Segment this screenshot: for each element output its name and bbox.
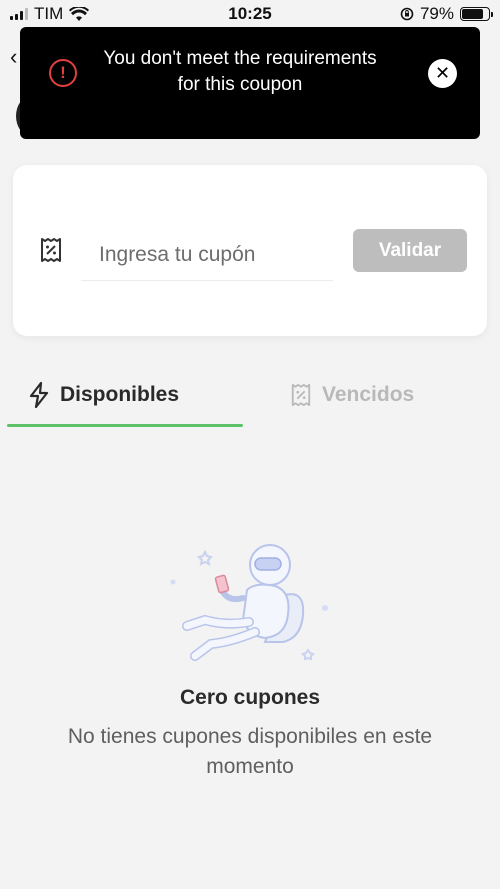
signal-icon bbox=[10, 8, 28, 20]
exclamation-circle-icon: ! bbox=[49, 59, 77, 87]
empty-state-title: Cero cupones bbox=[179, 686, 321, 709]
close-icon[interactable]: ✕ bbox=[428, 59, 457, 88]
tab-expired[interactable]: Vencidos bbox=[290, 365, 414, 425]
coupon-icon bbox=[41, 238, 61, 262]
coupon-code-input[interactable] bbox=[81, 229, 333, 281]
back-chevron-icon[interactable]: ‹ bbox=[10, 44, 17, 70]
tab-active-indicator bbox=[7, 424, 243, 427]
coupon-icon bbox=[291, 383, 311, 406]
tab-expired-label: Vencidos bbox=[322, 383, 415, 406]
astronaut-illustration bbox=[170, 544, 328, 661]
carrier-label: TIM bbox=[34, 4, 64, 23]
status-right: 79% bbox=[400, 4, 493, 24]
status-bar: TIM 10:25 79% bbox=[0, 0, 500, 28]
validate-button[interactable]: Validar bbox=[353, 229, 467, 272]
battery-icon bbox=[460, 7, 493, 21]
empty-state-message: No tienes cupones disponibiles en este m… bbox=[67, 725, 433, 778]
coupon-card: Validar bbox=[13, 165, 487, 336]
lightning-icon bbox=[29, 382, 49, 408]
tab-available[interactable]: Disponibles bbox=[28, 365, 179, 425]
toast-message: You don't meet the requirements for this… bbox=[103, 48, 377, 95]
tab-available-label: Disponibles bbox=[60, 383, 180, 406]
error-toast: ! You don't meet the requirements for th… bbox=[20, 27, 480, 139]
coupon-tabs: Disponibles Vencidos bbox=[0, 365, 500, 429]
battery-percent: 79% bbox=[419, 4, 454, 23]
rotation-lock-icon bbox=[400, 7, 414, 21]
status-left: TIM bbox=[10, 4, 90, 24]
wifi-icon bbox=[69, 6, 90, 21]
